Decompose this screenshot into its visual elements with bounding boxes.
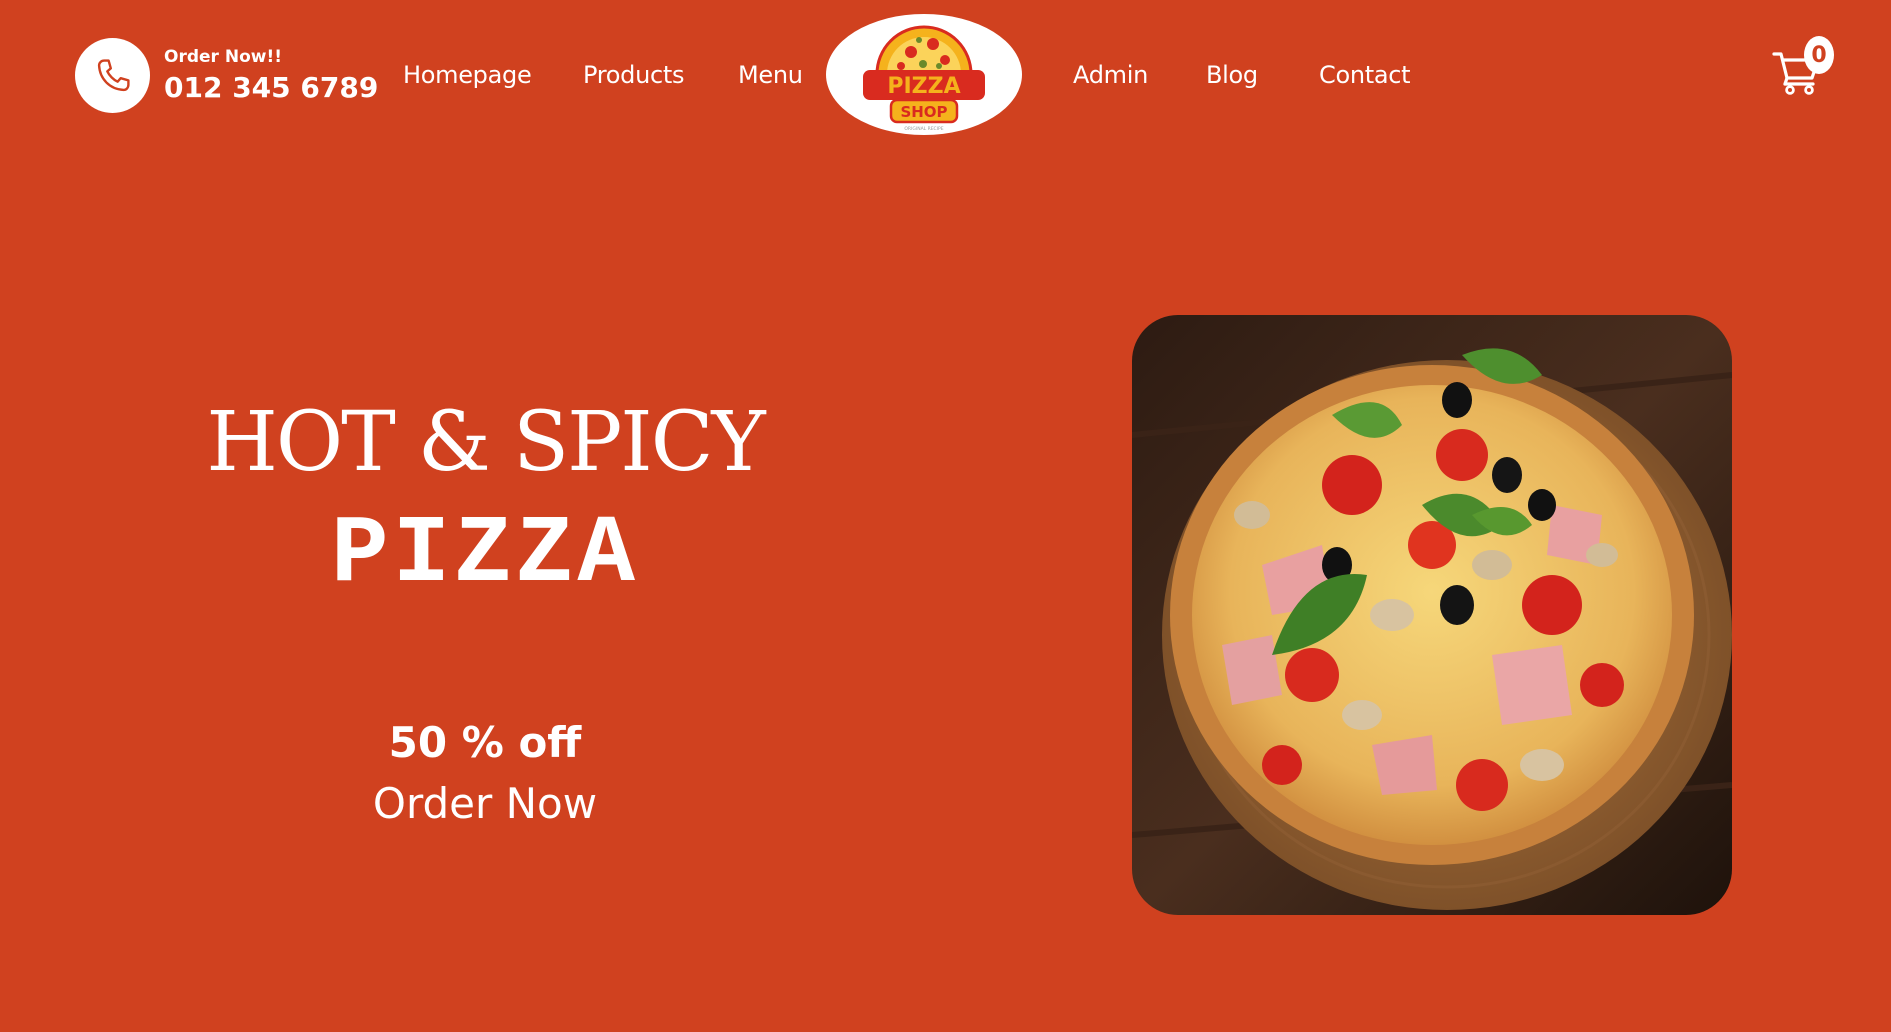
logo-line2: SHOP [900, 103, 947, 121]
order-now-button[interactable]: Order Now [130, 776, 840, 832]
pizza-photo [1132, 315, 1732, 915]
pizza-shop-logo[interactable]: PIZZA SHOP ORIGINAL RECIPE [826, 14, 1022, 135]
nav-admin[interactable]: Admin [1073, 60, 1148, 90]
hero-title: PIZZA [330, 500, 640, 609]
nav-contact[interactable]: Contact [1319, 60, 1411, 90]
navbar: Order Now!! 012 345 6789 Homepage Produc… [0, 0, 1891, 150]
phone-icon [75, 38, 150, 113]
nav-blog[interactable]: Blog [1206, 60, 1258, 90]
contact-text: Order Now!! 012 345 6789 [164, 46, 378, 106]
logo-graphic: PIZZA SHOP ORIGINAL RECIPE [863, 25, 985, 132]
order-now-label: Order Now!! [164, 46, 282, 67]
nav-menu[interactable]: Menu [738, 60, 803, 90]
cart-count-badge: 0 [1804, 36, 1834, 74]
logo-line1: PIZZA [887, 74, 960, 99]
nav-products[interactable]: Products [583, 60, 685, 90]
hero-heading: HOT & SPICY PIZZA [130, 395, 840, 605]
nav-homepage[interactable]: Homepage [403, 60, 532, 90]
hero-subtitle: HOT & SPICY [206, 395, 765, 490]
discount-text: 50 % off [388, 718, 582, 767]
order-contact[interactable]: Order Now!! 012 345 6789 [75, 38, 378, 113]
logo-tagline: ORIGINAL RECIPE [904, 126, 943, 132]
phone-number[interactable]: 012 345 6789 [164, 70, 378, 106]
